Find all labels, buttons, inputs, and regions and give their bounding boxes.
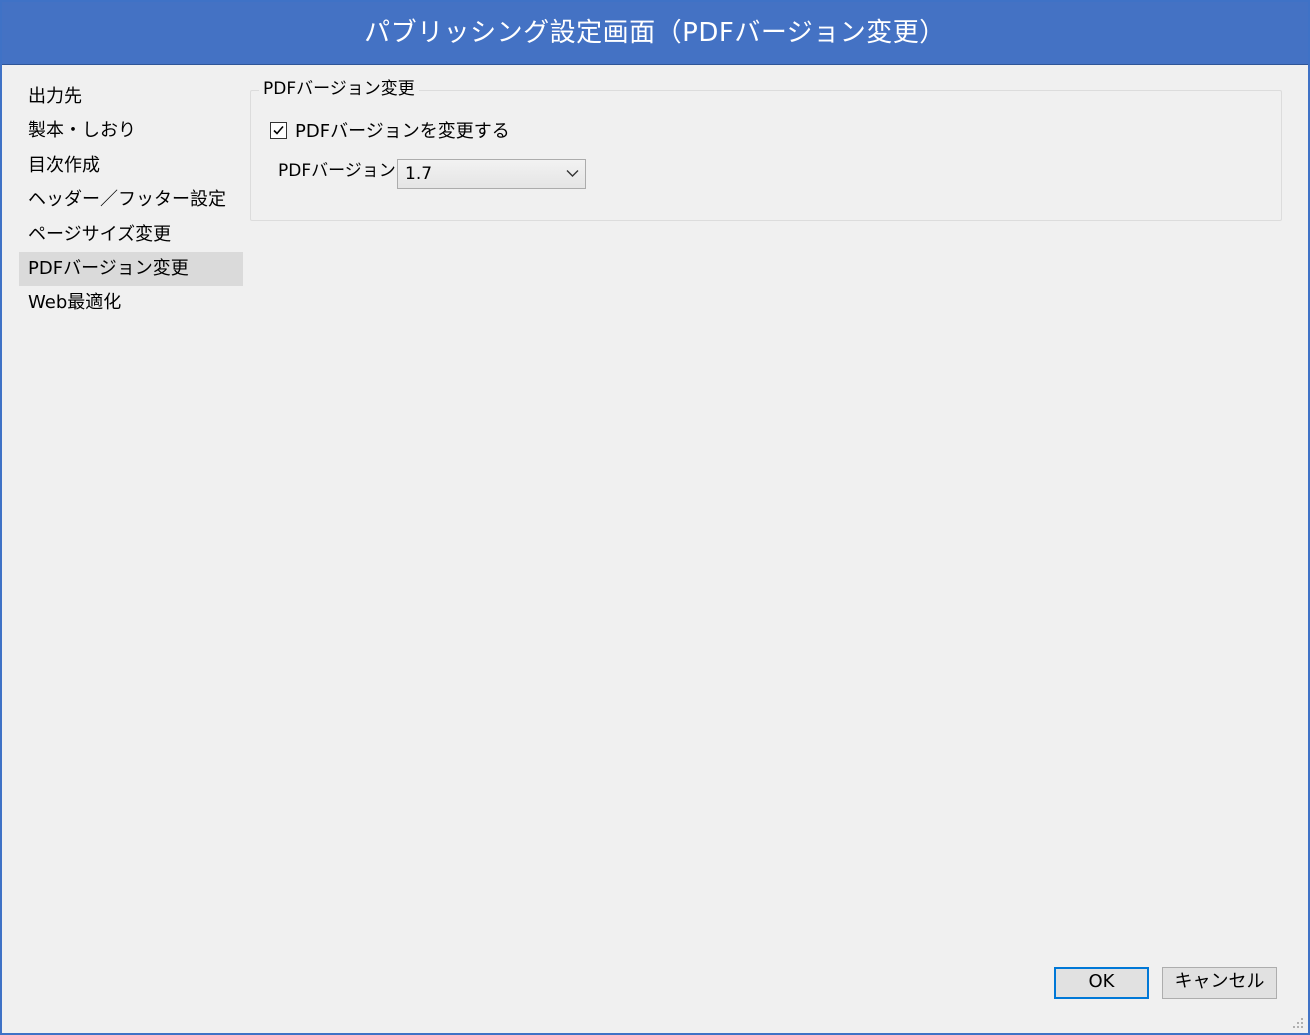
- chevron-down-icon: [566, 170, 579, 177]
- ok-button[interactable]: OK: [1054, 967, 1149, 999]
- checkmark-icon: [273, 125, 284, 135]
- sidebar-item-header-footer[interactable]: ヘッダー／フッター設定: [19, 183, 243, 217]
- sidebar-item-page-size[interactable]: ページサイズ変更: [19, 218, 243, 252]
- sidebar-item-web-optimize[interactable]: Web最適化: [19, 286, 243, 320]
- sidebar-item-label: 製本・しおり: [28, 120, 136, 142]
- sidebar-item-label: ページサイズ変更: [28, 223, 172, 245]
- pdf-version-select[interactable]: 1.7: [397, 159, 586, 189]
- sidebar-item-output-destination[interactable]: 出力先: [19, 80, 243, 114]
- pdf-version-groupbox: [250, 90, 1282, 221]
- change-pdf-version-checkbox-label: PDFバージョンを変更する: [295, 121, 510, 142]
- sidebar-item-label: 目次作成: [28, 154, 100, 176]
- sidebar-item-pdf-version[interactable]: PDFバージョン変更: [19, 251, 243, 287]
- settings-category-list: 出力先 製本・しおり 目次作成 ヘッダー／フッター設定 ページサイズ変更 PDF…: [19, 80, 243, 321]
- cancel-button[interactable]: キャンセル: [1162, 967, 1277, 999]
- sidebar-item-label: ヘッダー／フッター設定: [28, 189, 226, 211]
- change-pdf-version-checkbox[interactable]: [270, 121, 287, 139]
- sidebar-item-label: 出力先: [28, 86, 82, 107]
- dialog-title: パブリッシング設定画面（PDFバージョン変更）: [364, 18, 946, 48]
- resize-grip-icon[interactable]: [1292, 1017, 1304, 1029]
- groupbox-legend: PDFバージョン変更: [259, 77, 419, 101]
- sidebar-item-label: Web最適化: [28, 292, 122, 314]
- sidebar-item-label: PDFバージョン変更: [28, 257, 189, 279]
- dialog-window: パブリッシング設定画面（PDFバージョン変更） 出力先 製本・しおり 目次作成 …: [0, 0, 1310, 1035]
- sidebar-item-binding-bookmarks[interactable]: 製本・しおり: [19, 114, 243, 148]
- pdf-version-label: PDFバージョン: [278, 161, 396, 181]
- sidebar-item-toc[interactable]: 目次作成: [19, 149, 243, 183]
- dialog-title-bar: パブリッシング設定画面（PDFバージョン変更）: [2, 2, 1308, 65]
- pdf-version-select-value: 1.7: [405, 164, 433, 184]
- change-pdf-version-checkbox-row[interactable]: PDFバージョンを変更する: [270, 118, 510, 142]
